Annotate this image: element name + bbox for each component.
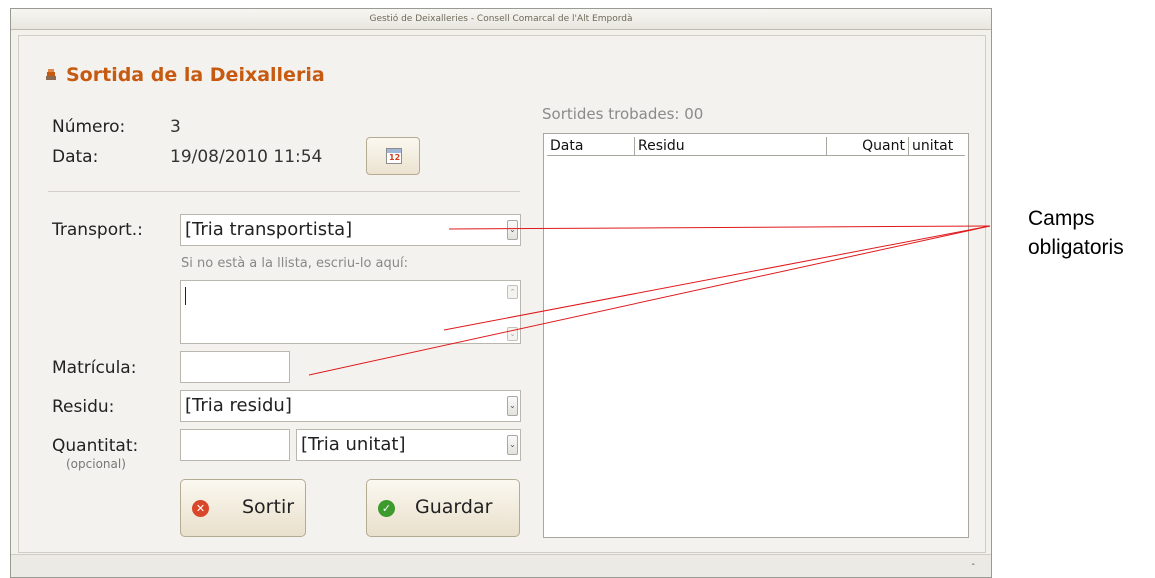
stack-icon: [46, 69, 56, 80]
transport-label: Transport.:: [52, 220, 143, 240]
data-label: Data:: [52, 147, 99, 167]
guardar-button[interactable]: ✓ Guardar: [366, 479, 520, 537]
quantitat-label: Quantitat:: [52, 436, 139, 456]
quantitat-hint: (opcional): [66, 457, 126, 471]
quantitat-input[interactable]: [180, 429, 290, 461]
column-header-residu[interactable]: Residu: [635, 137, 827, 155]
scroll-down-icon[interactable]: ⌄: [507, 327, 518, 341]
divider: [48, 191, 520, 192]
calendar-icon: 12: [386, 148, 402, 164]
numero-label: Número:: [52, 117, 126, 137]
column-header-data[interactable]: Data: [547, 137, 635, 155]
chevron-down-icon[interactable]: ⌄: [507, 396, 518, 416]
transport-select[interactable]: [Tria transportista] ⌄: [180, 214, 521, 246]
chevron-down-icon[interactable]: ⌄: [507, 435, 518, 455]
transport-selected-value: [Tria transportista]: [185, 219, 353, 240]
text-caret: [185, 287, 186, 305]
status-bar: -: [11, 554, 991, 577]
annotation-text: Camps obligatoris: [1028, 204, 1124, 262]
matricula-input[interactable]: [180, 351, 290, 383]
unitat-selected-value: [Tria unitat]: [301, 434, 406, 455]
column-header-unitat[interactable]: unitat: [909, 137, 967, 155]
table-header: Data Residu Quant unitat: [547, 137, 965, 156]
results-table[interactable]: Data Residu Quant unitat: [543, 133, 969, 538]
scroll-up-icon[interactable]: ⌃: [507, 285, 518, 299]
window-title: Gestió de Deixalleries - Consell Comarca…: [11, 9, 991, 30]
guardar-label: Guardar: [415, 496, 493, 518]
numero-value: 3: [170, 117, 181, 137]
results-count: Sortides trobades: 00: [542, 105, 704, 123]
check-icon: ✓: [378, 500, 395, 517]
calendar-button[interactable]: 12: [366, 137, 420, 175]
residu-label: Residu:: [52, 397, 115, 417]
unitat-select[interactable]: [Tria unitat] ⌄: [296, 429, 521, 461]
column-header-quant[interactable]: Quant: [827, 137, 909, 155]
chevron-down-icon[interactable]: ⌄: [507, 220, 518, 240]
annotation-line2: obligatoris: [1028, 236, 1124, 259]
matricula-label: Matrícula:: [52, 358, 137, 378]
residu-selected-value: [Tria residu]: [185, 395, 292, 416]
annotation-line1: Camps: [1028, 207, 1095, 230]
close-icon: ✕: [192, 500, 209, 517]
residu-select[interactable]: [Tria residu] ⌄: [180, 390, 521, 422]
transport-textarea[interactable]: ⌃ ⌄: [180, 280, 521, 344]
status-text: -: [971, 559, 975, 570]
page-title: Sortida de la Deixalleria: [66, 64, 325, 86]
transport-hint: Si no està a la llista, escriu-lo aquí:: [181, 256, 408, 271]
data-value: 19/08/2010 11:54: [170, 147, 323, 167]
sortir-label: Sortir: [242, 496, 295, 518]
sortir-button[interactable]: ✕ Sortir: [180, 479, 306, 537]
